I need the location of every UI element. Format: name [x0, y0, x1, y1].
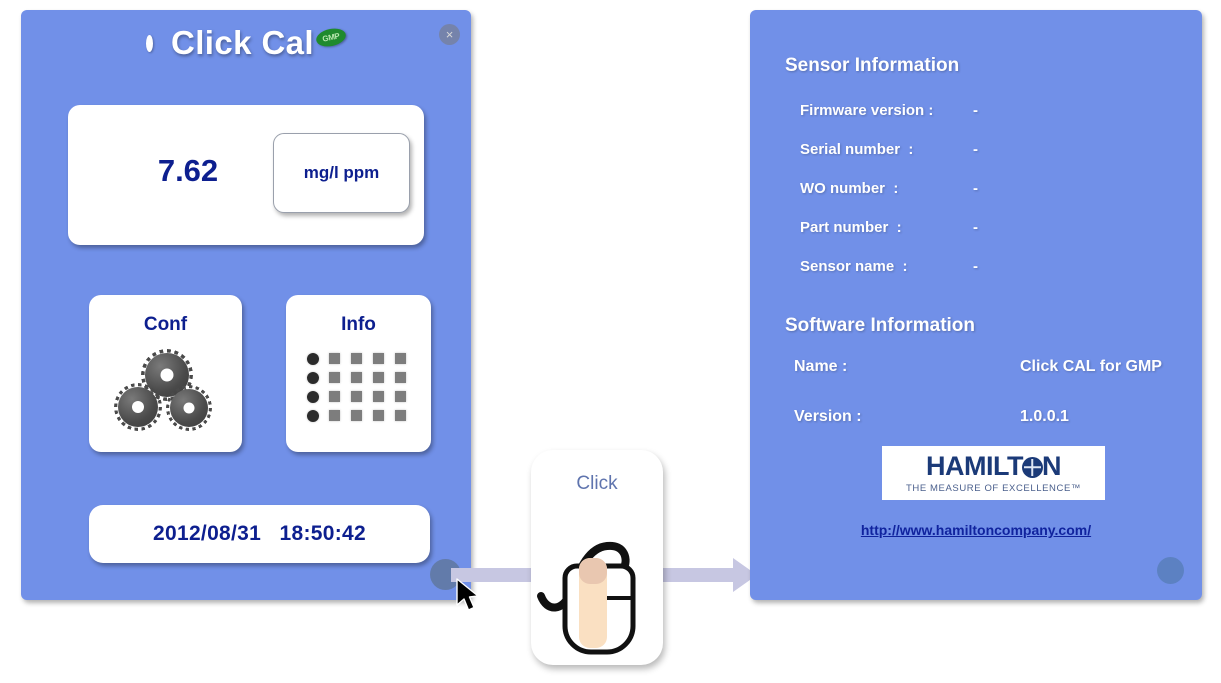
- row-label: Sensor name :: [800, 258, 908, 275]
- mouse-click-icon: [537, 541, 636, 655]
- unit-button[interactable]: mg/l ppm: [273, 133, 410, 213]
- hamilton-wordmark: HAMILT N: [926, 450, 1062, 481]
- status-indicator-icon: [146, 34, 153, 52]
- gears-icon: [89, 349, 242, 431]
- list-item: Firmware version : -: [800, 102, 1180, 120]
- info-button[interactable]: Info: [286, 295, 431, 452]
- list-item: Serial number : -: [800, 141, 1180, 159]
- row-value: -: [973, 258, 978, 275]
- row-value: 1.0.0.1: [1020, 408, 1069, 425]
- row-value: -: [973, 180, 978, 197]
- list-item: Sensor name : -: [800, 258, 1180, 276]
- measurement-value: 7.62: [157, 153, 219, 188]
- close-icon[interactable]: ×: [439, 24, 460, 45]
- sensor-information-title: Sensor Information: [785, 55, 960, 76]
- row-label: Firmware version :: [800, 102, 934, 119]
- datetime-display: 2012/08/31 18:50:42: [89, 505, 430, 563]
- conf-button-label: Conf: [143, 314, 188, 335]
- conf-button[interactable]: Conf: [89, 295, 242, 452]
- mouse-pointer-icon: [456, 578, 479, 611]
- dot-grid-icon: [286, 353, 431, 425]
- arrow-right-icon: [662, 568, 734, 582]
- list-item: WO number : -: [800, 180, 1180, 198]
- hamilton-tagline: THE MEASURE OF EXCELLENCE™: [905, 482, 1082, 494]
- measurement-display: 7.62 mg/l ppm: [68, 105, 424, 245]
- info-button-label: Info: [341, 314, 376, 335]
- next-page-button[interactable]: [1157, 557, 1184, 584]
- row-label: Name :: [794, 358, 848, 375]
- click-cal-window: Click CalGMP × 7.62 mg/l ppm Conf Info: [21, 10, 471, 600]
- click-instruction-card: Click: [531, 450, 663, 665]
- hamilton-website-link[interactable]: http://www.hamiltoncompany.com/: [750, 522, 1202, 538]
- row-value: Click CAL for GMP: [1020, 358, 1162, 375]
- row-value: -: [973, 141, 978, 158]
- globe-o-icon: [1021, 456, 1043, 478]
- datetime-text: 2012/08/31 18:50:42: [153, 522, 366, 545]
- row-label: Part number :: [800, 219, 902, 236]
- hamilton-logo: HAMILT N THE MEASURE OF EXCELLENCE™: [882, 446, 1105, 500]
- row-label: WO number :: [800, 180, 899, 197]
- gmp-badge: GMP: [314, 26, 348, 49]
- info-window: Sensor Information Firmware version : - …: [750, 10, 1202, 600]
- app-title-text: Click Cal: [171, 24, 314, 61]
- app-title-row: Click Cal GMP: [21, 24, 471, 62]
- wordmark-end: N: [1041, 450, 1062, 481]
- click-label: Click: [576, 473, 618, 494]
- row-label: Version :: [794, 408, 862, 425]
- row-value: -: [973, 102, 978, 119]
- software-information-title: Software Information: [785, 315, 976, 336]
- row-label: Serial number :: [800, 141, 914, 158]
- wordmark-start: HAMILT: [926, 450, 1023, 481]
- row-value: -: [973, 219, 978, 236]
- list-item: Part number : -: [800, 219, 1180, 237]
- page-title: Click Cal GMP: [171, 24, 348, 62]
